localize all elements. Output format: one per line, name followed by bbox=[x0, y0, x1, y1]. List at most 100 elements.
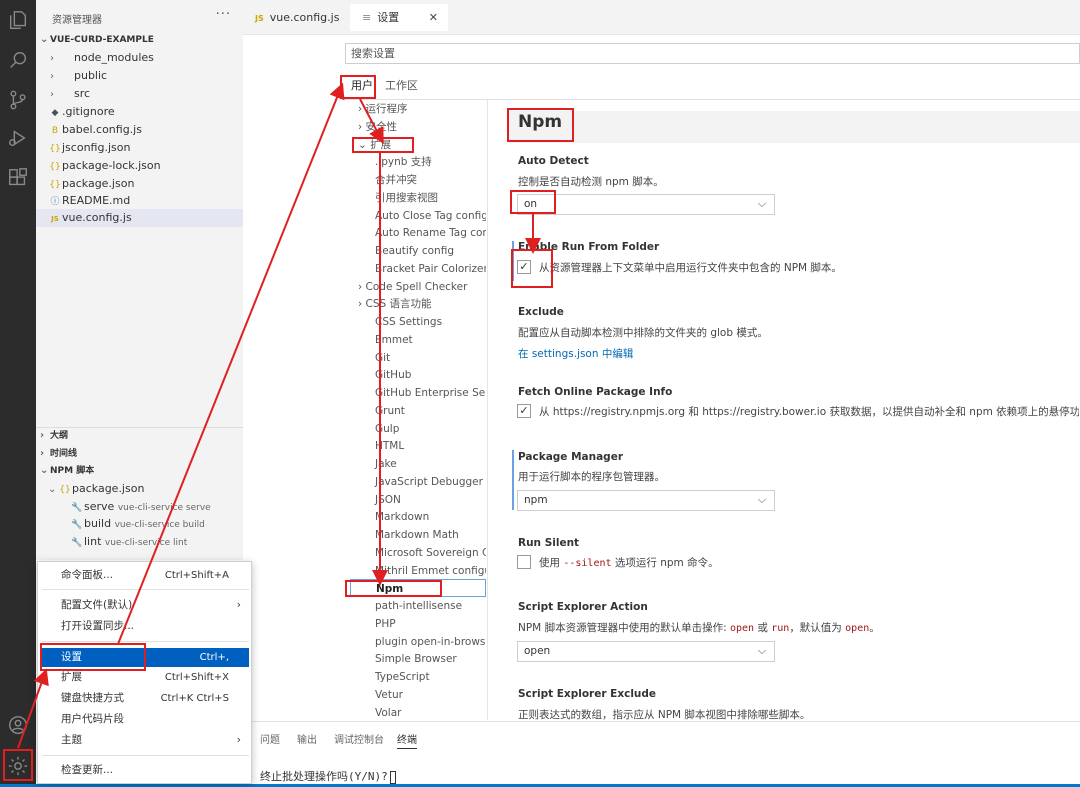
chevron-right-icon: › bbox=[50, 71, 54, 82]
npm-script-lint[interactable]: 🔧lint vue-cli-service lint bbox=[36, 533, 243, 551]
extensions-icon[interactable] bbox=[6, 166, 30, 190]
menu-item-profiles[interactable]: 配置文件(默认) › bbox=[42, 596, 249, 615]
js-file-icon: JS bbox=[51, 215, 59, 223]
chevron-right-icon: › bbox=[50, 53, 54, 64]
setting-title: Run Silent bbox=[518, 537, 580, 549]
toc-item[interactable]: CSS Settings bbox=[350, 313, 486, 331]
toc-item[interactable]: Gulp bbox=[350, 420, 486, 438]
js-file-icon: JS bbox=[255, 14, 264, 23]
toc-item[interactable]: 引用搜索视图 bbox=[350, 189, 486, 207]
toc-item[interactable]: Bracket Pair Colorizer 2 bbox=[350, 260, 486, 278]
toc-item[interactable]: .ipynb 支持 bbox=[350, 153, 486, 171]
menu-item-user-snippets[interactable]: 用户代码片段 bbox=[42, 710, 249, 729]
menu-item-settings-sync[interactable]: 打开设置同步... bbox=[42, 617, 249, 636]
npm-script-serve[interactable]: 🔧serve vue-cli-service serve bbox=[36, 498, 243, 516]
tree-item-babel-config[interactable]: Bbabel.config.js bbox=[36, 121, 243, 139]
outline-section[interactable]: › 大纲 bbox=[36, 427, 243, 445]
package-manager-select[interactable]: npm ⌵ bbox=[517, 490, 775, 511]
toc-item[interactable]: Auto Rename Tag con... bbox=[350, 224, 486, 242]
project-folder[interactable]: ⌄ VUE-CURD-EXAMPLE bbox=[36, 31, 243, 49]
tree-item-public[interactable]: › public bbox=[36, 67, 243, 85]
tree-item-node-modules[interactable]: › node_modules bbox=[36, 49, 243, 67]
tree-item-readme[interactable]: ⓘ README.md bbox=[36, 192, 243, 210]
account-icon[interactable] bbox=[6, 713, 30, 737]
toc-item[interactable]: JSON bbox=[350, 491, 486, 509]
toc-item[interactable]: Markdown bbox=[350, 508, 486, 526]
toc-item[interactable]: Markdown Math bbox=[350, 526, 486, 544]
toc-item[interactable]: › Code Spell Checker bbox=[350, 278, 486, 296]
toc-item[interactable]: JavaScript Debugger bbox=[350, 473, 486, 491]
toc-item[interactable]: › CSS 语言功能 bbox=[350, 295, 486, 313]
tree-item-vue-config[interactable]: JS vue.config.js bbox=[36, 209, 243, 227]
close-icon[interactable]: ✕ bbox=[429, 4, 438, 31]
toc-item[interactable]: TypeScript bbox=[350, 668, 486, 686]
tab-debug-console[interactable]: 调试控制台 bbox=[334, 731, 384, 746]
menu-item-check-updates[interactable]: 检查更新... bbox=[42, 761, 249, 780]
tab-vue-config[interactable]: JS vue.config.js bbox=[243, 4, 348, 31]
tab-problems[interactable]: 问题 bbox=[260, 731, 280, 746]
npm-package-json[interactable]: ⌄ {}package.json bbox=[36, 480, 243, 498]
menu-item-keyboard-shortcuts[interactable]: 键盘快捷方式 Ctrl+K Ctrl+S bbox=[42, 689, 249, 708]
toc-item[interactable]: › 运行程序 bbox=[350, 100, 486, 118]
tree-item-package-json[interactable]: {}package.json bbox=[36, 175, 243, 193]
menu-separator bbox=[42, 641, 249, 642]
menu-separator bbox=[42, 589, 249, 590]
toc-item[interactable]: HTML bbox=[350, 437, 486, 455]
toc-item[interactable]: path-intellisense bbox=[350, 597, 486, 615]
settings-file-icon: ≡ bbox=[362, 11, 372, 24]
toc-item[interactable]: Mithril Emmet configu... bbox=[350, 562, 486, 580]
npm-script-build[interactable]: 🔧build vue-cli-service build bbox=[36, 515, 243, 533]
toc-item[interactable]: Jake bbox=[350, 455, 486, 473]
setting-title: Fetch Online Package Info bbox=[518, 386, 673, 398]
more-actions-icon[interactable]: ··· bbox=[216, 7, 231, 22]
run-silent-checkbox[interactable] bbox=[517, 555, 531, 569]
tree-item-package-lock[interactable]: {}package-lock.json bbox=[36, 157, 243, 175]
toc-item[interactable]: Simple Browser bbox=[350, 650, 486, 668]
setting-title: Script Explorer Exclude bbox=[518, 688, 657, 700]
tree-item-jsconfig[interactable]: {}jsconfig.json bbox=[36, 139, 243, 157]
tree-item-src[interactable]: › src bbox=[36, 85, 243, 103]
toc-item[interactable]: Microsoft Sovereign C... bbox=[350, 544, 486, 562]
wrench-icon: 🔧 bbox=[71, 538, 83, 548]
toc-item[interactable]: Grunt bbox=[350, 402, 486, 420]
timeline-section[interactable]: › 时间线 bbox=[36, 445, 243, 463]
toc-item[interactable]: › 安全性 bbox=[350, 118, 486, 136]
tab-settings[interactable]: ≡ 设置 ✕ bbox=[350, 4, 448, 31]
terminal-output[interactable]: 终止批处理操作吗(Y/N)? bbox=[260, 768, 396, 784]
tree-item-gitignore[interactable]: ◆ .gitignore bbox=[36, 103, 243, 121]
toc-item[interactable]: 合并冲突 bbox=[350, 171, 486, 189]
toc-item[interactable]: Beautify config bbox=[350, 242, 486, 260]
editor-tabs: JS vue.config.js ≡ 设置 ✕ bbox=[243, 0, 1080, 35]
explorer-icon[interactable] bbox=[6, 8, 30, 32]
annotation-box-npm-toc bbox=[345, 580, 442, 597]
toc-item[interactable]: GitHub Enterprise Ser... bbox=[350, 384, 486, 402]
run-debug-icon[interactable] bbox=[6, 126, 30, 150]
toc-item[interactable]: Vetur bbox=[350, 686, 486, 704]
toc-item[interactable]: Volar bbox=[350, 704, 486, 722]
toc-item[interactable]: GitHub bbox=[350, 366, 486, 384]
toc-item[interactable]: Auto Close Tag config... bbox=[350, 207, 486, 225]
source-control-icon[interactable] bbox=[6, 88, 30, 112]
explorer-action-select[interactable]: open ⌵ bbox=[517, 641, 775, 662]
tab-output[interactable]: 输出 bbox=[297, 731, 317, 746]
toc-item[interactable]: Git bbox=[350, 349, 486, 367]
explorer-sidebar: 资源管理器 ··· ⌄ VUE-CURD-EXAMPLE › node_module… bbox=[36, 0, 243, 560]
toc-item[interactable]: plugin open-in-browser bbox=[350, 633, 486, 651]
npm-scripts-section[interactable]: ⌄ NPM 脚本 bbox=[36, 462, 243, 480]
chevron-down-icon: ⌄ bbox=[40, 34, 49, 45]
divider bbox=[487, 100, 488, 720]
toc-item[interactable]: PHP bbox=[350, 615, 486, 633]
fetch-online-info-checkbox[interactable]: ✓ bbox=[517, 404, 531, 418]
tab-terminal[interactable]: 终端 bbox=[397, 731, 417, 749]
annotation-box-user-tab bbox=[340, 75, 376, 99]
menu-item-command-palette[interactable]: 命令面板... Ctrl+Shift+A bbox=[42, 566, 249, 585]
settings-search-input[interactable]: 搜索设置 bbox=[345, 43, 1080, 64]
menu-item-theme[interactable]: 主题 › bbox=[42, 731, 249, 750]
edit-in-settings-json-link[interactable]: 在 settings.json 中编辑 bbox=[518, 346, 633, 361]
tab-workspace-settings[interactable]: 工作区 bbox=[385, 77, 418, 93]
git-file-icon: ◆ bbox=[51, 108, 59, 118]
setting-description: 配置应从自动脚本检测中排除的文件夹的 glob 模式。 bbox=[518, 327, 768, 339]
setting-title: Auto Detect bbox=[518, 155, 589, 167]
search-icon[interactable] bbox=[6, 48, 30, 72]
toc-item[interactable]: Emmet bbox=[350, 331, 486, 349]
